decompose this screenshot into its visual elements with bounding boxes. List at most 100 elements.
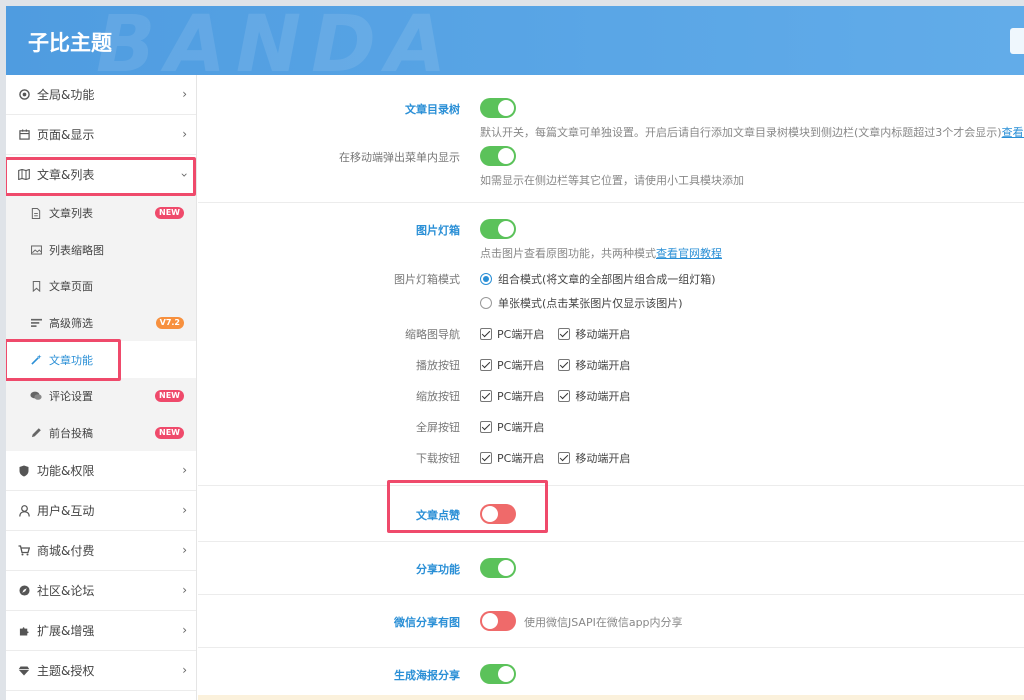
sidebar-item-label: 文章&列表 xyxy=(37,168,95,182)
sidebar-subitem-comments[interactable]: 评论设置 NEW xyxy=(6,377,196,415)
zoom-button-options: PC端开启 移动端开启 xyxy=(480,388,644,404)
lightbox-mode-option-single[interactable]: 单张模式(点击某张图片仅显示该图片) xyxy=(480,295,683,311)
sidebar-subitem-thumbnail[interactable]: 列表缩略图 xyxy=(6,231,196,269)
file-icon xyxy=(30,207,42,219)
sidebar: 全局&功能 › 页面&显示 › 文章&列表 › 文章列表 NEW 列表缩略图 文… xyxy=(6,75,197,700)
sidebar-item-license[interactable]: 主题&授权 › xyxy=(6,651,196,692)
sidebar-subitem-article-page[interactable]: 文章页面 xyxy=(6,268,196,305)
compass-icon xyxy=(18,585,30,597)
calendar-icon xyxy=(18,129,30,141)
image-icon xyxy=(30,244,42,256)
zoom-button-label: 缩放按钮 xyxy=(416,390,460,403)
sidebar-subitem-submission[interactable]: 前台投稿 NEW xyxy=(6,414,196,452)
sidebar-item-user[interactable]: 用户&互动 › xyxy=(6,491,196,532)
gear-circle-icon xyxy=(18,89,30,101)
shield-icon xyxy=(18,465,30,477)
sidebar-item-label: 主题&授权 xyxy=(37,664,95,679)
sidebar-item-label: 扩展&增强 xyxy=(37,624,95,639)
toc-description: 默认开关，每篇文章可单独设置。开启后请自行添加文章目录树模块到侧边栏(文章内标题… xyxy=(480,124,1024,140)
sidebar-item-permissions[interactable]: 功能&权限 › xyxy=(6,451,196,492)
new-badge: NEW xyxy=(155,389,184,402)
like-label: 文章点赞 xyxy=(416,509,460,522)
toc-mobile-description: 如需显示在侧边栏等其它位置，请使用小工具模块添加 xyxy=(480,174,744,187)
mobile-checkbox[interactable]: 移动端开启 xyxy=(558,326,630,342)
diamond-icon xyxy=(18,665,30,677)
toc-label: 文章目录树 xyxy=(405,103,460,116)
poster-toggle[interactable] xyxy=(480,664,516,684)
sidebar-subitem-article-list[interactable]: 文章列表 NEW xyxy=(6,195,196,232)
thumb-nav-label: 缩略图导航 xyxy=(405,328,460,341)
lightbox-toggle[interactable] xyxy=(480,219,516,239)
chevron-right-icon: › xyxy=(182,503,187,518)
sidebar-item-community[interactable]: 社区&论坛 › xyxy=(6,571,196,612)
puzzle-icon xyxy=(18,625,30,637)
sidebar-item-global[interactable]: 全局&功能 › xyxy=(6,75,196,115)
sidebar-subitem-label: 高级筛选 xyxy=(49,317,93,331)
pc-checkbox[interactable]: PC端开启 xyxy=(480,388,544,404)
next-section-edge xyxy=(198,695,1024,700)
toc-toggle[interactable] xyxy=(480,98,516,118)
user-icon xyxy=(18,504,30,517)
sidebar-item-label: 商城&付费 xyxy=(37,544,95,559)
lightbox-label: 图片灯箱 xyxy=(416,224,460,237)
pc-checkbox[interactable]: PC端开启 xyxy=(480,450,544,466)
chevron-down-icon: › xyxy=(177,172,192,178)
sidebar-subitem-label: 文章页面 xyxy=(49,280,93,294)
play-button-label: 播放按钮 xyxy=(416,359,460,372)
comments-icon xyxy=(30,390,42,402)
radio-button[interactable] xyxy=(480,273,492,285)
settings-panel: 文章目录树 默认开关，每篇文章可单独设置。开启后请自行添加文章目录树模块到侧边栏… xyxy=(198,75,1024,700)
mobile-checkbox[interactable]: 移动端开启 xyxy=(558,388,630,404)
sidebar-subitem-label: 文章功能 xyxy=(49,353,93,367)
magic-wand-icon xyxy=(30,354,42,366)
sidebar-item-label: 页面&显示 xyxy=(37,128,95,142)
chevron-right-icon: › xyxy=(182,623,187,638)
filter-icon xyxy=(30,317,42,329)
chevron-right-icon: › xyxy=(182,583,187,598)
radio-button[interactable] xyxy=(480,297,492,309)
lightbox-help-link[interactable]: 查看官网教程 xyxy=(656,247,722,260)
pc-checkbox[interactable]: PC端开启 xyxy=(480,419,544,435)
share-section: 分享功能 xyxy=(198,542,1024,595)
pc-checkbox[interactable]: PC端开启 xyxy=(480,357,544,373)
toc-mobile-label: 在移动端弹出菜单内显示 xyxy=(339,151,460,164)
toc-section: 文章目录树 默认开关，每篇文章可单独设置。开启后请自行添加文章目录树模块到侧边栏… xyxy=(198,75,1024,203)
lightbox-mode-label: 图片灯箱模式 xyxy=(394,273,460,286)
wechat-share-toggle[interactable] xyxy=(480,611,516,631)
header-corner-button[interactable] xyxy=(1010,28,1024,54)
pc-checkbox[interactable]: PC端开启 xyxy=(480,326,544,342)
sidebar-subitem-filter[interactable]: 高级筛选 V7.2 xyxy=(6,304,196,342)
pencil-icon xyxy=(30,427,42,439)
wechat-share-label: 微信分享有图 xyxy=(394,616,460,629)
thumb-nav-options: PC端开启 移动端开启 xyxy=(480,326,644,342)
chevron-right-icon: › xyxy=(182,663,187,678)
share-toggle[interactable] xyxy=(480,558,516,578)
sidebar-subitem-label: 列表缩略图 xyxy=(49,243,104,257)
mobile-checkbox[interactable]: 移动端开启 xyxy=(558,450,630,466)
toc-mobile-toggle[interactable] xyxy=(480,146,516,166)
like-toggle[interactable] xyxy=(480,504,516,524)
wechat-share-section: 微信分享有图 使用微信JSAPI在微信app内分享 xyxy=(198,595,1024,648)
cart-icon xyxy=(18,545,30,557)
toc-help-link[interactable]: 查看官 xyxy=(1002,126,1024,139)
mobile-checkbox[interactable]: 移动端开启 xyxy=(558,357,630,373)
new-badge: NEW xyxy=(155,426,184,439)
chevron-right-icon: › xyxy=(182,127,187,141)
sidebar-item-page[interactable]: 页面&显示 › xyxy=(6,115,196,155)
sidebar-item-article[interactable]: 文章&列表 › xyxy=(6,155,196,195)
lightbox-mode-option-combined[interactable]: 组合模式(将文章的全部图片组合成一组灯箱) xyxy=(480,271,716,287)
chevron-right-icon: › xyxy=(182,543,187,558)
sidebar-subitem-article-features[interactable]: 文章功能 xyxy=(6,341,196,378)
map-icon xyxy=(18,169,30,181)
sidebar-subitem-label: 前台投稿 xyxy=(49,426,93,440)
fullscreen-button-options: PC端开启 xyxy=(480,419,558,435)
sidebar-item-label: 功能&权限 xyxy=(37,464,95,479)
download-button-options: PC端开启 移动端开启 xyxy=(480,450,644,466)
page-title: 子比主题 xyxy=(28,31,112,55)
sidebar-item-shop[interactable]: 商城&付费 › xyxy=(6,531,196,572)
new-badge: NEW xyxy=(155,207,184,219)
sidebar-item-extensions[interactable]: 扩展&增强 › xyxy=(6,611,196,652)
lightbox-description: 点击图片查看原图功能，共两种模式查看官网教程 xyxy=(480,247,722,260)
version-badge: V7.2 xyxy=(155,316,184,329)
poster-label: 生成海报分享 xyxy=(394,669,460,682)
